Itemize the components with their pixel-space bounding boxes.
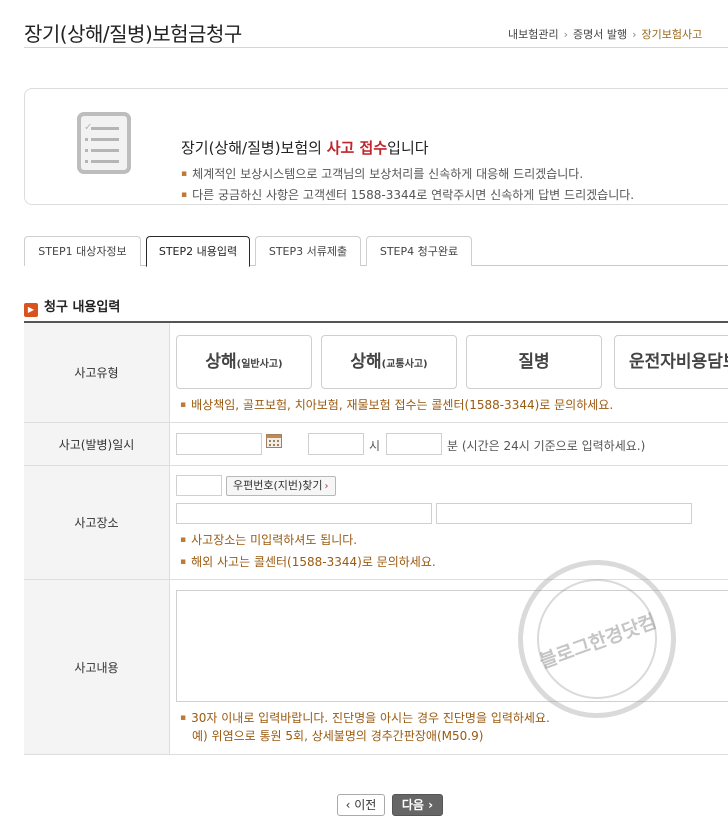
page-title: 장기(상해/질병)보험금청구 (24, 22, 242, 46)
row-label: 사고유형 (24, 323, 170, 422)
type-button-injury-traffic[interactable]: 상해(교통사고) (321, 335, 457, 389)
zipcode-search-button[interactable]: 우편번호(지번)찾기 › (226, 476, 336, 496)
arrow-right-icon: › (324, 481, 329, 492)
type-note: ▪ 배상책임, 골프보험, 치아보험, 재물보험 접수는 콜센터(1588-334… (180, 398, 614, 412)
tab-step1[interactable]: STEP1 대상자정보 (24, 236, 141, 266)
location-note: ▪ 해외 사고는 콜센터(1588-3344)로 문의하세요. (180, 555, 436, 569)
breadcrumb-separator: › (563, 28, 569, 41)
bullet-icon: ▪ (180, 535, 187, 545)
notice-box: ✓ 장기(상해/질병)보험의 사고 접수입니다 ▪ 체계적인 보상시스템으로 고객… (24, 88, 728, 205)
content-note: ▪ 30자 이내로 입력바랍니다. 진단명을 아시는 경우 진단명을 입력하세요. (180, 711, 550, 725)
row-body: 상해(일반사고) 상해(교통사고) 질병 운전자비용담보 ▪ 배상책임, 골프보험… (170, 323, 728, 422)
breadcrumb-item[interactable]: 증명서 발행 (573, 28, 627, 41)
tab-step3[interactable]: STEP3 서류제출 (255, 236, 361, 266)
notice-line: ▪ 체계적인 보상시스템으로 고객님의 보상처리를 신속하게 대응해 드리겠습니다… (181, 167, 584, 181)
calendar-icon[interactable] (266, 434, 282, 448)
bullet-icon: ▪ (180, 557, 187, 567)
hour-input[interactable] (308, 433, 364, 455)
row-body: 시 분 (시간은 24시 기준으로 입력하세요.) (170, 423, 728, 465)
type-button-injury-general[interactable]: 상해(일반사고) (176, 335, 312, 389)
next-button[interactable]: 다음 › (392, 794, 443, 816)
bullet-icon: ▪ (181, 190, 188, 200)
notice-heading-highlight: 사고 접수 (326, 139, 388, 157)
breadcrumb-item[interactable]: 내보험관리 (508, 28, 559, 41)
tab-step2[interactable]: STEP2 내용입력 (146, 236, 250, 267)
tab-step4[interactable]: STEP4 청구완료 (366, 236, 472, 266)
notice-line: ▪ 다른 궁금하신 사항은 고객센터 1588-3344로 연락주시면 신속하게 … (181, 188, 635, 202)
bullet-icon: ▪ (180, 713, 187, 723)
address1-input[interactable] (176, 503, 432, 524)
step-tabs: STEP1 대상자정보 STEP2 내용입력 STEP3 서류제출 STEP4 … (24, 236, 728, 267)
prev-button[interactable]: ‹ 이전 (337, 794, 385, 816)
breadcrumb-current: 장기보험사고 (641, 28, 703, 41)
location-note: ▪ 사고장소는 미입력하셔도 됩니다. (180, 533, 358, 547)
row-label: 사고장소 (24, 466, 170, 579)
section-title: ▶ 청구 내용입력 (24, 296, 120, 317)
zipcode-input[interactable] (176, 475, 222, 496)
content-example: 예) 위염으로 통원 5회, 상세불명의 경추간판장애(M50.9) (192, 729, 484, 743)
minute-input[interactable] (386, 433, 442, 455)
minute-unit: 분 (시간은 24시 기준으로 입력하세요.) (447, 439, 646, 453)
row-accident-datetime: 사고(발병)일시 시 분 (시간은 24시 기준으로 입력하세요.) (24, 423, 728, 466)
checklist-icon: ✓ (77, 112, 131, 174)
address2-input[interactable] (436, 503, 692, 524)
row-accident-type: 사고유형 상해(일반사고) 상해(교통사고) 질병 운전자비용담보 ▪ 배상책임,… (24, 323, 728, 423)
title-divider (24, 47, 728, 48)
row-accident-location: 사고장소 우편번호(지번)찾기 › ▪ 사고장소는 미입력하셔도 됩니다. ▪ 해외 … (24, 466, 728, 580)
notice-heading: 장기(상해/질병)보험의 사고 접수입니다 (181, 139, 429, 157)
row-label: 사고내용 (24, 580, 170, 754)
breadcrumb: 내보험관리 › 증명서 발행 › 장기보험사고 (508, 26, 702, 42)
play-icon: ▶ (24, 303, 38, 317)
breadcrumb-separator: › (632, 28, 637, 41)
row-body: 우편번호(지번)찾기 › ▪ 사고장소는 미입력하셔도 됩니다. ▪ 해외 사고는 콜… (170, 466, 728, 579)
date-input[interactable] (176, 433, 262, 455)
row-label: 사고(발병)일시 (24, 423, 170, 465)
hour-unit: 시 (369, 439, 381, 453)
bullet-icon: ▪ (180, 400, 187, 410)
type-button-disease[interactable]: 질병 (466, 335, 602, 389)
type-button-driver-expense[interactable]: 운전자비용담보 (614, 335, 728, 389)
bullet-icon: ▪ (181, 169, 188, 179)
